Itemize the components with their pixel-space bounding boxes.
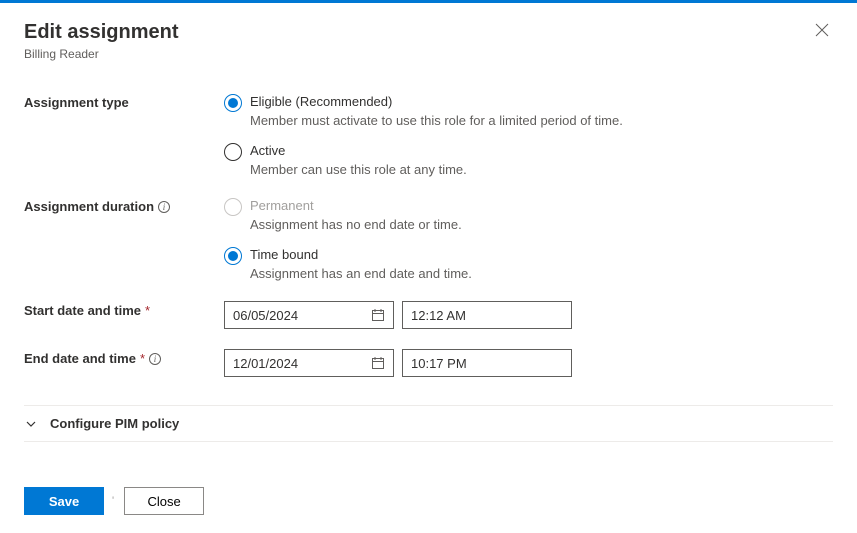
radio-timebound-desc: Assignment has an end date and time. xyxy=(250,266,472,281)
expander-label: Configure PIM policy xyxy=(50,416,179,431)
panel-title: Edit assignment xyxy=(24,19,178,45)
panel-subtitle: Billing Reader xyxy=(24,47,178,61)
calendar-icon xyxy=(371,356,385,370)
end-time-input[interactable]: 10:17 PM xyxy=(402,349,572,377)
assignment-type-label: Assignment type xyxy=(24,93,224,110)
radio-icon xyxy=(224,247,242,265)
radio-active-desc: Member can use this role at any time. xyxy=(250,162,467,177)
radio-active[interactable]: Active Member can use this role at any t… xyxy=(224,142,833,177)
end-time-value: 10:17 PM xyxy=(411,356,467,371)
chevron-down-icon xyxy=(24,418,38,430)
close-icon[interactable] xyxy=(811,19,833,44)
radio-active-label: Active xyxy=(250,142,467,160)
radio-permanent-desc: Assignment has no end date or time. xyxy=(250,217,462,232)
configure-pim-policy-expander[interactable]: Configure PIM policy xyxy=(24,405,833,442)
start-datetime-label: Start date and time * xyxy=(24,301,224,318)
start-date-input[interactable]: 06/05/2024 xyxy=(224,301,394,329)
save-button[interactable]: Save xyxy=(24,487,104,515)
radio-permanent-label: Permanent xyxy=(250,197,462,215)
start-time-value: 12:12 AM xyxy=(411,308,466,323)
radio-permanent: Permanent Assignment has no end date or … xyxy=(224,197,833,232)
end-date-value: 12/01/2024 xyxy=(233,356,298,371)
start-date-value: 06/05/2024 xyxy=(233,308,298,323)
radio-eligible[interactable]: Eligible (Recommended) Member must activ… xyxy=(224,93,833,128)
start-time-input[interactable]: 12:12 AM xyxy=(402,301,572,329)
radio-timebound-label: Time bound xyxy=(250,246,472,264)
calendar-icon xyxy=(371,308,385,322)
close-button[interactable]: Close xyxy=(124,487,204,515)
radio-eligible-label: Eligible (Recommended) xyxy=(250,93,623,111)
radio-eligible-desc: Member must activate to use this role fo… xyxy=(250,113,623,128)
radio-icon xyxy=(224,94,242,112)
radio-timebound[interactable]: Time bound Assignment has an end date an… xyxy=(224,246,833,281)
end-datetime-label: End date and time * i xyxy=(24,349,224,366)
assignment-duration-label: Assignment duration i xyxy=(24,197,224,214)
info-icon[interactable]: i xyxy=(158,201,170,213)
footer-separator: ' xyxy=(112,495,114,507)
end-date-input[interactable]: 12/01/2024 xyxy=(224,349,394,377)
radio-icon xyxy=(224,198,242,216)
info-icon[interactable]: i xyxy=(149,353,161,365)
radio-icon xyxy=(224,143,242,161)
